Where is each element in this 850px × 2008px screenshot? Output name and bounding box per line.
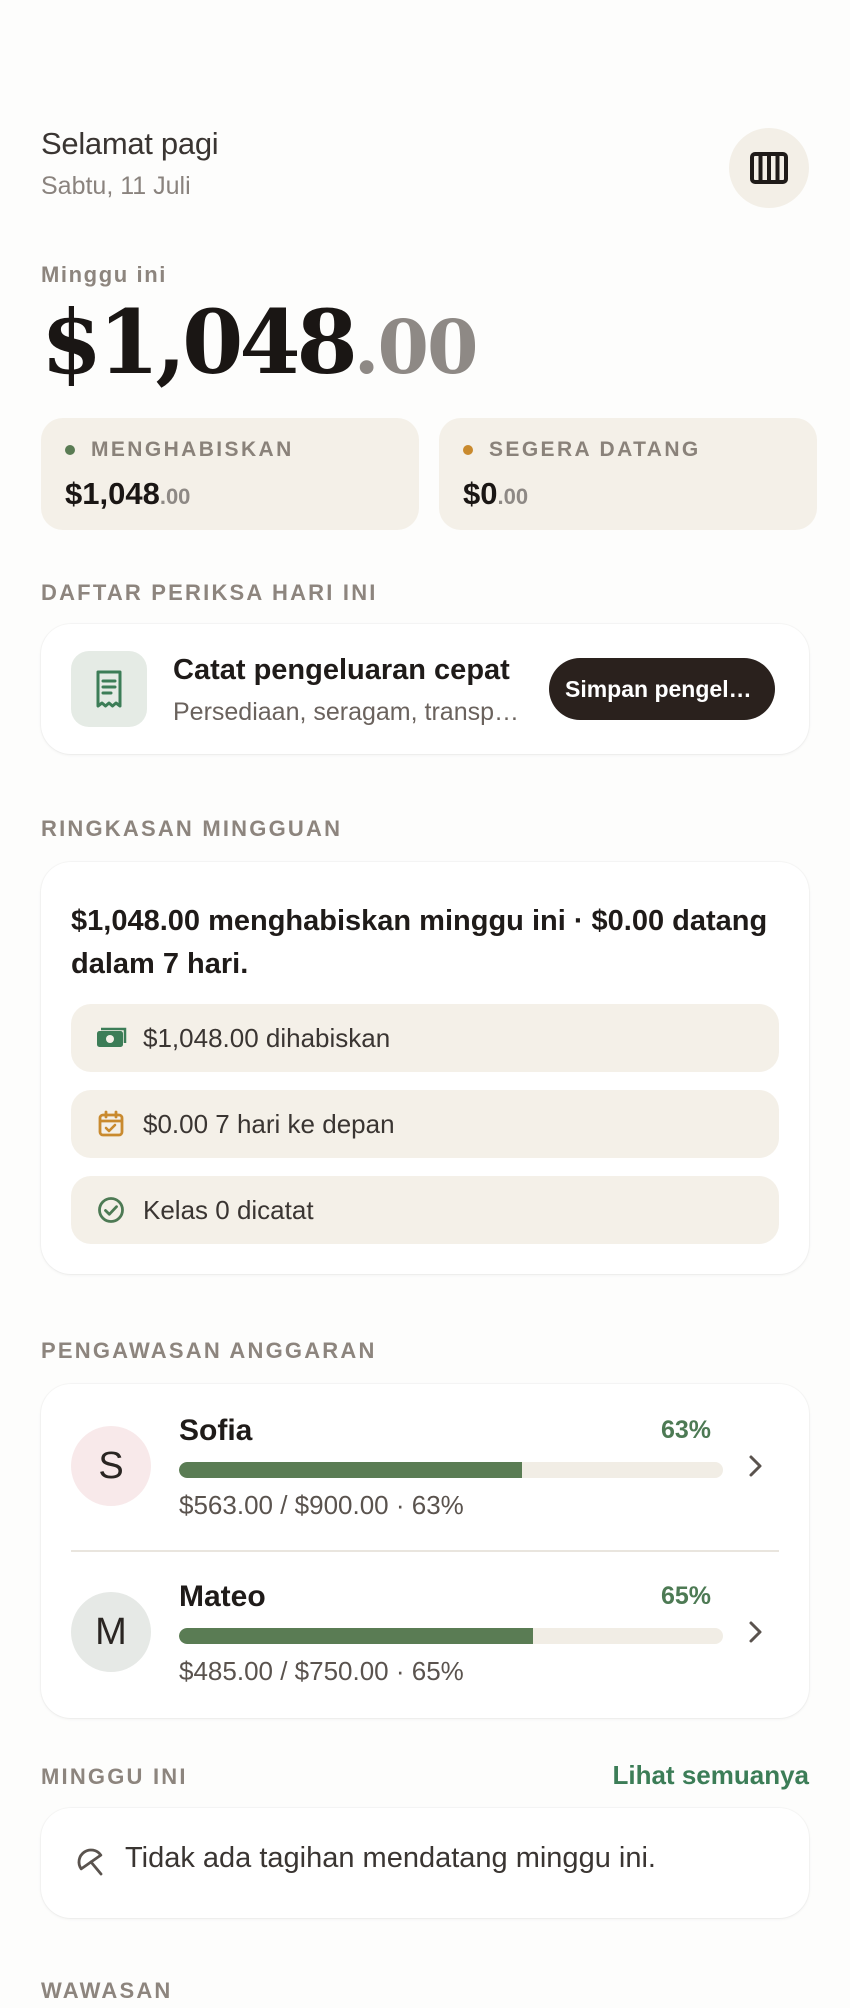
week-total-main: $1,048	[41, 290, 358, 394]
quick-expense-subtitle: Persediaan, seragam, transportasi	[173, 698, 531, 726]
see-all-link[interactable]: Lihat semuanya	[612, 1760, 809, 1791]
budget-person-name: Sofia	[179, 1414, 253, 1447]
summary-item-classes: Kelas 0 dicatat	[71, 1176, 779, 1244]
checklist-section-label: DAFTAR PERIKSA HARI INI	[41, 580, 378, 605]
spending-dot	[65, 445, 75, 455]
chevron-right-icon	[749, 1455, 762, 1477]
week-total-cents: .00	[353, 305, 479, 391]
budget-percent: 63%	[660, 1416, 711, 1444]
chevron-right-icon	[749, 1621, 762, 1643]
avatar: S	[71, 1426, 151, 1506]
budget-row-sofia[interactable]: S Sofia 63% $563.00 / $900.00 · 63%	[41, 1384, 809, 1550]
calendar-check-icon	[98, 1110, 124, 1137]
umbrella-icon	[77, 1848, 103, 1876]
quick-expense-card: Catat pengeluaran cepat Persediaan, sera…	[41, 624, 809, 754]
save-expense-button[interactable]: Simpan pengeluaran	[549, 658, 775, 720]
receipt-icon-box	[71, 651, 147, 727]
budget-detail: $563.00 / $900.00 · 63%	[179, 1490, 464, 1520]
weekly-summary-card: $1,048.00 menghabiskan minggu ini · $0.0…	[41, 862, 809, 1274]
insights-label: WAWASAN	[41, 1978, 173, 2003]
date-text: Sabtu, 11 Juli	[41, 172, 191, 200]
spending-card[interactable]: MENGHABISKAN $1,048.00	[41, 418, 419, 530]
budget-progress-fill	[179, 1628, 533, 1644]
budget-detail: $485.00 / $750.00 · 65%	[179, 1656, 464, 1686]
upcoming-card[interactable]: SEGERA DATANG $0.00	[439, 418, 817, 530]
columns-icon	[750, 152, 788, 184]
upcoming-dot	[463, 445, 473, 455]
summary-item-spent: $1,048.00 dihabiskan	[71, 1004, 779, 1072]
this-week-label: MINGGU INI	[41, 1764, 188, 1789]
spending-value: $1,048.00	[65, 476, 191, 511]
budget-row-mateo[interactable]: M Mateo 65% $485.00 / $750.00 · 65%	[41, 1550, 809, 1716]
weekly-summary-text: $1,048.00 menghabiskan minggu ini · $0.0…	[71, 905, 768, 980]
budget-card: S Sofia 63% $563.00 / $900.00 · 63% M Ma…	[41, 1384, 809, 1718]
upcoming-label: SEGERA DATANG	[489, 438, 701, 461]
view-toggle-button[interactable]	[729, 128, 809, 208]
greeting-text: Selamat pagi	[41, 126, 219, 161]
budget-progress-bar	[179, 1462, 723, 1478]
budget-percent: 65%	[660, 1582, 711, 1610]
check-circle-icon	[98, 1197, 124, 1223]
budget-progress-bar	[179, 1628, 723, 1644]
quick-expense-title: Catat pengeluaran cepat	[173, 654, 510, 686]
avatar: M	[71, 1592, 151, 1672]
spending-label: MENGHABISKAN	[91, 438, 294, 461]
week-label: Minggu ini	[41, 262, 167, 287]
no-bills-text: Tidak ada tagihan mendatang minggu ini.	[125, 1842, 656, 1874]
week-total-amount: $1,048.00	[41, 298, 479, 386]
budget-person-name: Mateo	[179, 1580, 266, 1613]
upcoming-bills-card: Tidak ada tagihan mendatang minggu ini.	[41, 1808, 809, 1918]
budget-section-label: PENGAWASAN ANGGARAN	[41, 1338, 377, 1363]
weekly-summary-label: RINGKASAN MINGGUAN	[41, 816, 343, 841]
budget-progress-fill	[179, 1462, 522, 1478]
upcoming-value: $0.00	[463, 476, 529, 511]
cash-icon	[97, 1027, 127, 1047]
summary-item-upcoming: $0.00 7 hari ke depan	[71, 1090, 779, 1158]
receipt-icon	[96, 670, 122, 708]
